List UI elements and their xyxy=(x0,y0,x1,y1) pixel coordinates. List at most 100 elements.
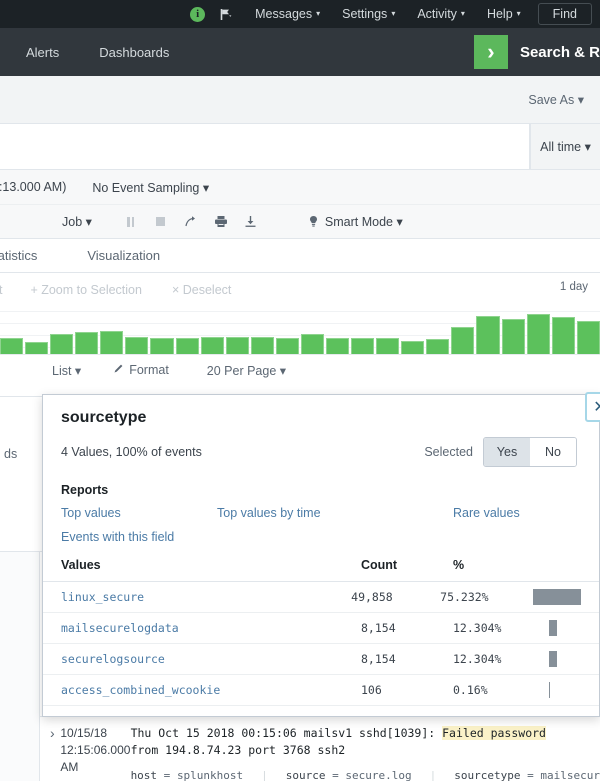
job-dropdown[interactable]: Job ▾ xyxy=(62,214,92,229)
fields-sidebar-fragment[interactable]: ds xyxy=(0,396,44,552)
tab-visualization[interactable]: Visualization xyxy=(87,248,160,263)
histogram-bar[interactable] xyxy=(75,332,98,354)
modal-footer xyxy=(43,706,599,716)
histogram-bar[interactable] xyxy=(251,337,274,354)
meta-divider: | xyxy=(261,767,268,781)
column-header-percent: % xyxy=(453,558,549,574)
selected-yes-button[interactable]: Yes xyxy=(484,438,530,466)
event-highlight[interactable]: Failed password xyxy=(442,726,546,740)
report-events-with-this-field[interactable]: Events with this field xyxy=(61,530,174,544)
histogram-bar[interactable] xyxy=(451,327,474,355)
format-button[interactable]: Format xyxy=(113,363,169,377)
close-icon[interactable]: ✕ xyxy=(585,392,600,422)
modal-subheader: 4 Values, 100% of events Selected Yes No xyxy=(43,427,599,467)
histogram-bar[interactable] xyxy=(527,314,550,354)
cell-count: 8,154 xyxy=(361,652,453,666)
cell-value[interactable]: access_combined_wcookie xyxy=(61,683,361,697)
search-time-text: 8:13.000 AM) xyxy=(0,180,66,194)
event-timestamp: 10/15/18 12:15:06.000 AM xyxy=(60,725,130,781)
pause-icon[interactable] xyxy=(116,211,146,233)
event-meta-host[interactable]: host = splunkhost xyxy=(131,767,244,781)
histogram-bar[interactable] xyxy=(226,337,249,354)
save-as-button[interactable]: Save As ▾ xyxy=(528,92,584,107)
histogram-bar[interactable] xyxy=(100,331,123,354)
histogram-bar[interactable] xyxy=(326,338,349,354)
print-icon[interactable] xyxy=(206,211,236,233)
histogram-bar[interactable] xyxy=(50,334,73,354)
report-top-values[interactable]: Top values xyxy=(61,506,121,520)
cell-bar xyxy=(533,589,581,605)
selected-no-button[interactable]: No xyxy=(530,438,576,466)
time-range-picker[interactable]: All time ▾ xyxy=(530,124,600,169)
event-text-before: Thu Oct 15 2018 00:15:06 mailsv1 sshd[10… xyxy=(131,726,443,740)
app-navbar: Alerts Dashboards › Search & R xyxy=(0,28,600,76)
chevron-right-icon[interactable]: › xyxy=(40,725,60,781)
save-as-bar: Save As ▾ xyxy=(0,76,600,124)
cell-count: 106 xyxy=(361,683,453,697)
table-row[interactable]: mailsecurelogdata8,15412.304% xyxy=(43,613,599,644)
flag-icon[interactable] xyxy=(219,8,232,21)
event-timeline-histogram[interactable] xyxy=(0,307,600,355)
field-info-modal: sourcetype ✕ 4 Values, 100% of events Se… xyxy=(42,394,600,717)
nav-activity[interactable]: Activity▾ xyxy=(406,0,476,28)
histogram-bar[interactable] xyxy=(301,334,324,354)
event-meta-source[interactable]: source = secure.log xyxy=(286,767,412,781)
histogram-bar[interactable] xyxy=(25,342,48,354)
events-list-toolbar: List ▾ Format 20 Per Page ▾ xyxy=(0,355,600,385)
histogram-bar[interactable] xyxy=(351,338,374,354)
nav-settings[interactable]: Settings▾ xyxy=(331,0,406,28)
histogram-bar[interactable] xyxy=(401,341,424,354)
timeline-span-label: 1 day xyxy=(560,281,588,293)
table-row[interactable]: access_combined_wcookie1060.16% xyxy=(43,675,599,706)
nav-help[interactable]: Help▾ xyxy=(476,0,532,28)
histogram-bar[interactable] xyxy=(125,337,148,354)
tab-statistics[interactable]: tatistics xyxy=(0,248,37,263)
histogram-bar[interactable] xyxy=(150,338,173,355)
histogram-bar[interactable] xyxy=(201,337,224,354)
nav-alerts[interactable]: Alerts xyxy=(26,45,59,60)
nav-messages[interactable]: Messages▾ xyxy=(244,0,331,28)
report-top-values-by-time[interactable]: Top values by time xyxy=(217,506,321,520)
table-row[interactable]: securelogsource8,15412.304% xyxy=(43,644,599,675)
search-mode-label: Smart Mode ▾ xyxy=(325,214,403,229)
meta-key-sourcetype: sourcetype xyxy=(454,769,520,781)
event-sampling-dropdown[interactable]: No Event Sampling ▾ xyxy=(92,180,209,195)
event-meta-sourcetype[interactable]: sourcetype = mailsecur xyxy=(454,767,600,781)
per-page-dropdown[interactable]: 20 Per Page ▾ xyxy=(207,363,286,378)
histogram-bar[interactable] xyxy=(577,321,600,354)
meta-key-source: source xyxy=(286,769,326,781)
stop-icon[interactable] xyxy=(146,211,176,233)
cell-value[interactable]: mailsecurelogdata xyxy=(61,621,361,635)
histogram-bar[interactable] xyxy=(552,317,575,354)
deselect-button[interactable]: × Deselect xyxy=(172,283,231,297)
zoom-out-button[interactable]: ut xyxy=(0,283,2,297)
histogram-bar[interactable] xyxy=(0,338,23,354)
histogram-bar[interactable] xyxy=(476,316,499,354)
info-icon[interactable]: i xyxy=(190,7,205,22)
histogram-bar[interactable] xyxy=(176,338,199,355)
nav-dashboards[interactable]: Dashboards xyxy=(99,45,169,60)
reports-section: Reports Top values Top values by time Ra… xyxy=(43,467,599,544)
histogram-bar[interactable] xyxy=(502,319,525,354)
search-input[interactable] xyxy=(0,124,530,169)
cell-value[interactable]: linux_secure xyxy=(61,590,351,604)
event-raw-line-2: from 194.8.74.23 port 3768 ssh2 xyxy=(131,742,600,759)
search-mode-dropdown[interactable]: Smart Mode ▾ xyxy=(308,214,403,229)
event-time: 12:15:06.000 AM xyxy=(60,742,130,776)
app-logo-icon: › xyxy=(474,35,508,69)
histogram-bar[interactable] xyxy=(276,338,299,355)
histogram-bar[interactable] xyxy=(426,339,449,354)
report-rare-values[interactable]: Rare values xyxy=(453,506,520,520)
table-row[interactable]: linux_secure49,85875.232% xyxy=(43,582,599,613)
histogram-bar[interactable] xyxy=(376,338,399,355)
share-icon[interactable] xyxy=(176,211,206,233)
result-tabs: tatistics Visualization xyxy=(0,239,600,273)
selected-label: Selected xyxy=(424,445,473,459)
find-input[interactable]: Find xyxy=(538,3,592,25)
export-icon[interactable] xyxy=(236,211,266,233)
zoom-to-selection-button[interactable]: + Zoom to Selection xyxy=(30,283,142,297)
percent-bar xyxy=(549,651,557,667)
cell-value[interactable]: securelogsource xyxy=(61,652,361,666)
list-view-dropdown[interactable]: List ▾ xyxy=(52,363,81,378)
percent-bar xyxy=(533,589,581,605)
